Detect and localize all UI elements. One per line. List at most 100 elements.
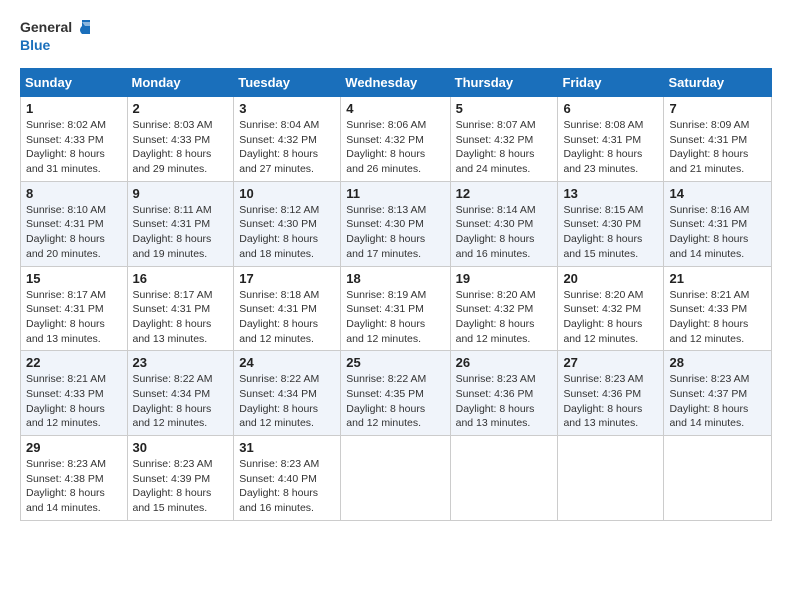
day-info: Sunrise: 8:22 AM Sunset: 4:34 PM Dayligh… (133, 373, 213, 429)
day-number: 20 (563, 271, 658, 286)
day-info: Sunrise: 8:04 AM Sunset: 4:32 PM Dayligh… (239, 119, 319, 175)
day-number: 3 (239, 101, 335, 116)
calendar-cell-20: 20 Sunrise: 8:20 AM Sunset: 4:32 PM Dayl… (558, 266, 664, 351)
calendar-cell-4: 4 Sunrise: 8:06 AM Sunset: 4:32 PM Dayli… (341, 97, 450, 182)
day-info: Sunrise: 8:06 AM Sunset: 4:32 PM Dayligh… (346, 119, 426, 175)
day-number: 2 (133, 101, 229, 116)
calendar-cell-21: 21 Sunrise: 8:21 AM Sunset: 4:33 PM Dayl… (664, 266, 772, 351)
day-number: 13 (563, 186, 658, 201)
calendar-cell-6: 6 Sunrise: 8:08 AM Sunset: 4:31 PM Dayli… (558, 97, 664, 182)
day-number: 29 (26, 440, 122, 455)
day-info: Sunrise: 8:21 AM Sunset: 4:33 PM Dayligh… (26, 373, 106, 429)
day-info: Sunrise: 8:22 AM Sunset: 4:35 PM Dayligh… (346, 373, 426, 429)
calendar-cell-2: 2 Sunrise: 8:03 AM Sunset: 4:33 PM Dayli… (127, 97, 234, 182)
day-number: 1 (26, 101, 122, 116)
day-info: Sunrise: 8:17 AM Sunset: 4:31 PM Dayligh… (26, 289, 106, 345)
day-info: Sunrise: 8:23 AM Sunset: 4:39 PM Dayligh… (133, 458, 213, 514)
day-info: Sunrise: 8:19 AM Sunset: 4:31 PM Dayligh… (346, 289, 426, 345)
weekday-header-saturday: Saturday (664, 69, 772, 97)
calendar-cell-13: 13 Sunrise: 8:15 AM Sunset: 4:30 PM Dayl… (558, 181, 664, 266)
weekday-header-sunday: Sunday (21, 69, 128, 97)
calendar-cell-15: 15 Sunrise: 8:17 AM Sunset: 4:31 PM Dayl… (21, 266, 128, 351)
day-number: 26 (456, 355, 553, 370)
empty-cell (664, 436, 772, 521)
day-number: 16 (133, 271, 229, 286)
day-info: Sunrise: 8:23 AM Sunset: 4:40 PM Dayligh… (239, 458, 319, 514)
day-info: Sunrise: 8:15 AM Sunset: 4:30 PM Dayligh… (563, 204, 643, 260)
day-info: Sunrise: 8:22 AM Sunset: 4:34 PM Dayligh… (239, 373, 319, 429)
day-info: Sunrise: 8:10 AM Sunset: 4:31 PM Dayligh… (26, 204, 106, 260)
calendar-cell-18: 18 Sunrise: 8:19 AM Sunset: 4:31 PM Dayl… (341, 266, 450, 351)
day-number: 30 (133, 440, 229, 455)
day-info: Sunrise: 8:16 AM Sunset: 4:31 PM Dayligh… (669, 204, 749, 260)
day-number: 19 (456, 271, 553, 286)
weekday-header-thursday: Thursday (450, 69, 558, 97)
day-number: 15 (26, 271, 122, 286)
day-number: 28 (669, 355, 766, 370)
calendar-cell-24: 24 Sunrise: 8:22 AM Sunset: 4:34 PM Dayl… (234, 351, 341, 436)
day-info: Sunrise: 8:23 AM Sunset: 4:37 PM Dayligh… (669, 373, 749, 429)
calendar-cell-9: 9 Sunrise: 8:11 AM Sunset: 4:31 PM Dayli… (127, 181, 234, 266)
calendar-cell-26: 26 Sunrise: 8:23 AM Sunset: 4:36 PM Dayl… (450, 351, 558, 436)
day-info: Sunrise: 8:20 AM Sunset: 4:32 PM Dayligh… (563, 289, 643, 345)
header: General Blue (20, 16, 772, 58)
weekday-header-wednesday: Wednesday (341, 69, 450, 97)
weekday-header-monday: Monday (127, 69, 234, 97)
calendar-cell-25: 25 Sunrise: 8:22 AM Sunset: 4:35 PM Dayl… (341, 351, 450, 436)
day-info: Sunrise: 8:03 AM Sunset: 4:33 PM Dayligh… (133, 119, 213, 175)
weekday-header-tuesday: Tuesday (234, 69, 341, 97)
day-number: 25 (346, 355, 444, 370)
day-info: Sunrise: 8:09 AM Sunset: 4:31 PM Dayligh… (669, 119, 749, 175)
day-number: 31 (239, 440, 335, 455)
calendar-cell-5: 5 Sunrise: 8:07 AM Sunset: 4:32 PM Dayli… (450, 97, 558, 182)
day-number: 6 (563, 101, 658, 116)
calendar-cell-10: 10 Sunrise: 8:12 AM Sunset: 4:30 PM Dayl… (234, 181, 341, 266)
empty-cell (450, 436, 558, 521)
svg-text:Blue: Blue (20, 37, 51, 53)
calendar-cell-28: 28 Sunrise: 8:23 AM Sunset: 4:37 PM Dayl… (664, 351, 772, 436)
calendar-cell-7: 7 Sunrise: 8:09 AM Sunset: 4:31 PM Dayli… (664, 97, 772, 182)
svg-text:General: General (20, 19, 72, 35)
day-info: Sunrise: 8:02 AM Sunset: 4:33 PM Dayligh… (26, 119, 106, 175)
calendar-cell-12: 12 Sunrise: 8:14 AM Sunset: 4:30 PM Dayl… (450, 181, 558, 266)
day-info: Sunrise: 8:20 AM Sunset: 4:32 PM Dayligh… (456, 289, 536, 345)
calendar-cell-14: 14 Sunrise: 8:16 AM Sunset: 4:31 PM Dayl… (664, 181, 772, 266)
logo-svg: General Blue (20, 16, 90, 58)
calendar-cell-22: 22 Sunrise: 8:21 AM Sunset: 4:33 PM Dayl… (21, 351, 128, 436)
calendar-cell-3: 3 Sunrise: 8:04 AM Sunset: 4:32 PM Dayli… (234, 97, 341, 182)
day-number: 22 (26, 355, 122, 370)
empty-cell (341, 436, 450, 521)
calendar-cell-29: 29 Sunrise: 8:23 AM Sunset: 4:38 PM Dayl… (21, 436, 128, 521)
day-info: Sunrise: 8:21 AM Sunset: 4:33 PM Dayligh… (669, 289, 749, 345)
calendar-cell-1: 1 Sunrise: 8:02 AM Sunset: 4:33 PM Dayli… (21, 97, 128, 182)
calendar-cell-27: 27 Sunrise: 8:23 AM Sunset: 4:36 PM Dayl… (558, 351, 664, 436)
day-number: 21 (669, 271, 766, 286)
day-info: Sunrise: 8:17 AM Sunset: 4:31 PM Dayligh… (133, 289, 213, 345)
day-info: Sunrise: 8:18 AM Sunset: 4:31 PM Dayligh… (239, 289, 319, 345)
day-number: 5 (456, 101, 553, 116)
day-number: 7 (669, 101, 766, 116)
calendar-cell-16: 16 Sunrise: 8:17 AM Sunset: 4:31 PM Dayl… (127, 266, 234, 351)
calendar-cell-31: 31 Sunrise: 8:23 AM Sunset: 4:40 PM Dayl… (234, 436, 341, 521)
day-number: 11 (346, 186, 444, 201)
day-info: Sunrise: 8:11 AM Sunset: 4:31 PM Dayligh… (133, 204, 212, 260)
day-info: Sunrise: 8:07 AM Sunset: 4:32 PM Dayligh… (456, 119, 536, 175)
day-number: 17 (239, 271, 335, 286)
day-number: 24 (239, 355, 335, 370)
calendar: SundayMondayTuesdayWednesdayThursdayFrid… (20, 68, 772, 521)
day-info: Sunrise: 8:13 AM Sunset: 4:30 PM Dayligh… (346, 204, 426, 260)
day-number: 9 (133, 186, 229, 201)
day-info: Sunrise: 8:23 AM Sunset: 4:36 PM Dayligh… (563, 373, 643, 429)
logo: General Blue (20, 16, 90, 58)
day-number: 12 (456, 186, 553, 201)
calendar-cell-30: 30 Sunrise: 8:23 AM Sunset: 4:39 PM Dayl… (127, 436, 234, 521)
day-info: Sunrise: 8:12 AM Sunset: 4:30 PM Dayligh… (239, 204, 319, 260)
day-number: 14 (669, 186, 766, 201)
calendar-cell-11: 11 Sunrise: 8:13 AM Sunset: 4:30 PM Dayl… (341, 181, 450, 266)
calendar-cell-19: 19 Sunrise: 8:20 AM Sunset: 4:32 PM Dayl… (450, 266, 558, 351)
day-info: Sunrise: 8:08 AM Sunset: 4:31 PM Dayligh… (563, 119, 643, 175)
empty-cell (558, 436, 664, 521)
day-number: 10 (239, 186, 335, 201)
weekday-header-friday: Friday (558, 69, 664, 97)
day-number: 4 (346, 101, 444, 116)
